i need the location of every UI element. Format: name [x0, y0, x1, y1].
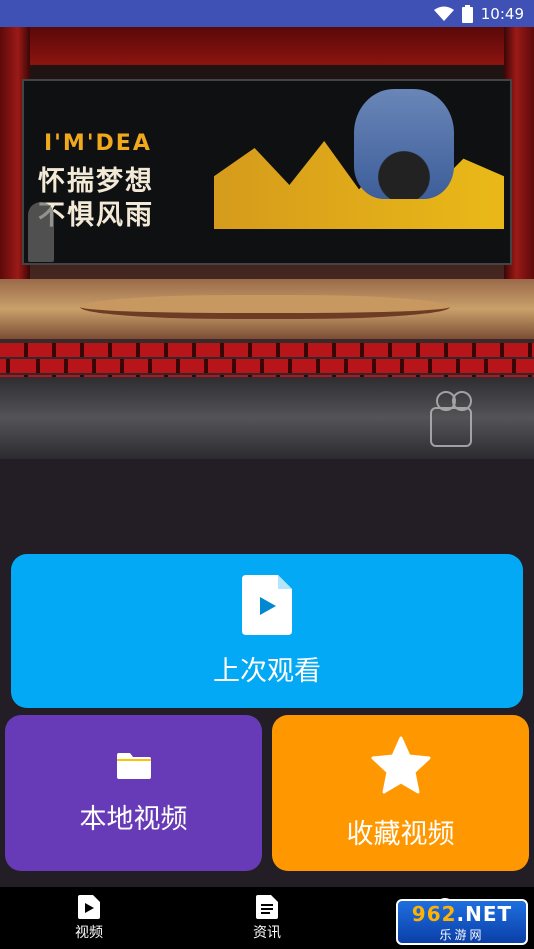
- watermark-logo-suffix: .NET: [456, 901, 513, 926]
- status-time: 10:49: [480, 4, 524, 23]
- star-icon: [371, 736, 430, 793]
- favorite-video-label: 收藏视频: [346, 818, 455, 850]
- rocket-icon: [28, 202, 54, 262]
- seat-row: [0, 359, 534, 373]
- curtain-valance: [0, 27, 534, 65]
- folder-icon: [116, 752, 151, 779]
- favorite-video-button[interactable]: 收藏视频: [272, 715, 529, 871]
- screen-brand: I'M'DEA: [44, 131, 152, 156]
- cinema-screen: I'M'DEA 怀揣梦想 不惧风雨: [22, 79, 512, 265]
- projector-icon: [430, 391, 472, 447]
- watermark-sub: 乐游网: [439, 927, 485, 942]
- screen-figure: [354, 89, 454, 199]
- nav-tab-video[interactable]: 视频: [0, 887, 178, 949]
- stage-edge: [80, 295, 450, 319]
- local-video-label: 本地视频: [79, 803, 188, 835]
- video-icon: [78, 894, 100, 919]
- wifi-icon: [433, 6, 454, 21]
- screen-slogan-line2: 不惧风雨: [38, 200, 154, 231]
- app-screen: 10:49 I'M'DEA 怀揣梦想 不惧风雨 上次观看 本地视频 收藏视频 视…: [0, 0, 534, 949]
- nav-tab-news[interactable]: 资讯: [178, 887, 356, 949]
- document-icon: [256, 894, 278, 919]
- nav-tab-news-label: 资讯: [253, 924, 281, 941]
- nav-tab-video-label: 视频: [75, 924, 103, 941]
- watermark-logo: 962.NET: [412, 902, 512, 926]
- recent-watch-button[interactable]: 上次观看: [11, 554, 523, 708]
- site-watermark: 962.NET 乐游网: [396, 899, 528, 945]
- cinema-banner: I'M'DEA 怀揣梦想 不惧风雨: [0, 27, 534, 459]
- status-bar: 10:49: [0, 0, 534, 27]
- video-file-icon: [242, 574, 292, 635]
- watermark-logo-num: 962: [411, 901, 457, 926]
- seat-row: [0, 343, 534, 357]
- local-video-button[interactable]: 本地视频: [5, 715, 262, 871]
- status-icons: 10:49: [433, 0, 524, 27]
- recent-watch-label: 上次观看: [213, 655, 321, 687]
- battery-icon: [461, 4, 473, 23]
